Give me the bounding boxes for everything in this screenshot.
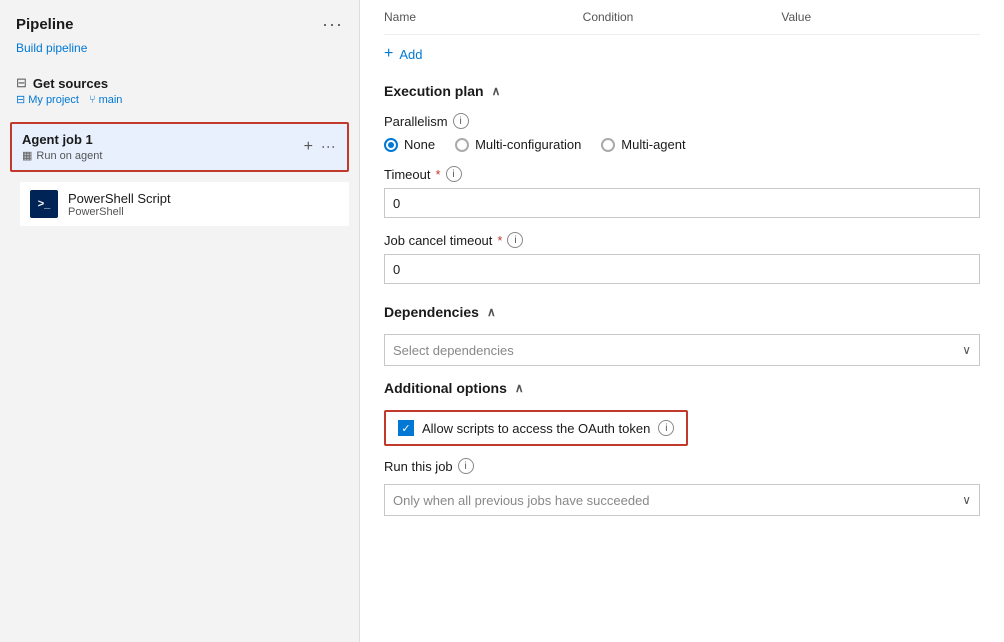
- powershell-item[interactable]: >_ PowerShell Script PowerShell: [20, 182, 349, 226]
- get-sources-icon: ⊟: [16, 75, 27, 91]
- run-job-dropdown-arrow: ∨: [962, 493, 971, 507]
- timeout-required: *: [435, 167, 440, 182]
- col-value: Value: [781, 10, 980, 24]
- radio-none-label: None: [404, 137, 435, 152]
- project-label: ⊟ My project: [16, 93, 79, 106]
- get-sources-meta: ⊟ My project ⑂ main: [16, 93, 122, 106]
- dependencies-dropdown[interactable]: Select dependencies ∨: [384, 334, 980, 366]
- run-job-dropdown-value: Only when all previous jobs have succeed…: [393, 493, 650, 508]
- agent-job-sub: ▦ Run on agent: [22, 149, 102, 162]
- radio-multi-config-label: Multi-configuration: [475, 137, 581, 152]
- table-header: Name Condition Value: [384, 0, 980, 35]
- get-sources-content: ⊟ Get sources ⊟ My project ⑂ main: [16, 75, 122, 106]
- radio-multi-agent[interactable]: Multi-agent: [601, 137, 685, 152]
- allow-oauth-checkbox-row[interactable]: ✓ Allow scripts to access the OAuth toke…: [384, 410, 688, 446]
- parallelism-radio-group: None Multi-configuration Multi-agent: [384, 137, 980, 152]
- job-cancel-timeout-field: Job cancel timeout * i: [384, 232, 980, 298]
- radio-multi-config-circle: [455, 138, 469, 152]
- col-condition: Condition: [583, 10, 782, 24]
- job-cancel-timeout-input[interactable]: [384, 254, 980, 284]
- job-cancel-info-icon[interactable]: i: [507, 232, 523, 248]
- add-label: Add: [399, 47, 422, 62]
- job-cancel-label: Job cancel timeout * i: [384, 232, 980, 248]
- radio-none-circle: [384, 138, 398, 152]
- radio-multi-agent-circle: [601, 138, 615, 152]
- get-sources-section[interactable]: ⊟ Get sources ⊟ My project ⑂ main: [0, 65, 359, 116]
- add-plus-icon: +: [384, 45, 393, 63]
- dependencies-chevron[interactable]: ∧: [487, 305, 496, 319]
- agent-job-info: Agent job 1 ▦ Run on agent: [22, 132, 102, 162]
- main-content: Name Condition Value + Add Execution pla…: [360, 0, 1004, 642]
- timeout-field: Timeout * i: [384, 166, 980, 232]
- pipeline-ellipsis-menu[interactable]: ···: [322, 14, 343, 35]
- parallelism-info-icon[interactable]: i: [453, 113, 469, 129]
- radio-multi-agent-label: Multi-agent: [621, 137, 685, 152]
- additional-options-chevron[interactable]: ∧: [515, 381, 524, 395]
- run-job-dropdown[interactable]: Only when all previous jobs have succeed…: [384, 484, 980, 516]
- powershell-subtitle: PowerShell: [68, 206, 171, 218]
- agent-job-add-button[interactable]: +: [304, 138, 313, 156]
- add-button[interactable]: + Add: [384, 45, 980, 63]
- timeout-info-icon[interactable]: i: [446, 166, 462, 182]
- agent-job-more-button[interactable]: ⋮: [321, 140, 337, 155]
- parallelism-row: Parallelism i None Multi-configuration M…: [384, 113, 980, 152]
- pipeline-title: Pipeline: [16, 16, 74, 33]
- agent-job-item[interactable]: Agent job 1 ▦ Run on agent + ⋮: [10, 122, 349, 172]
- powershell-icon: >_: [30, 190, 58, 218]
- pipeline-subtitle[interactable]: Build pipeline: [0, 41, 359, 65]
- get-sources-title: Get sources: [33, 76, 108, 91]
- checkbox-check-icon: ✓: [401, 422, 410, 435]
- allow-oauth-label: Allow scripts to access the OAuth token: [422, 421, 650, 436]
- dependencies-arrow: ∨: [962, 343, 971, 357]
- allow-oauth-checkbox[interactable]: ✓: [398, 420, 414, 436]
- radio-multi-config[interactable]: Multi-configuration: [455, 137, 581, 152]
- run-this-job-info-icon[interactable]: i: [458, 458, 474, 474]
- timeout-input[interactable]: [384, 188, 980, 218]
- execution-plan-chevron[interactable]: ∧: [492, 84, 501, 98]
- powershell-info: PowerShell Script PowerShell: [68, 191, 171, 218]
- allow-oauth-info-icon[interactable]: i: [658, 420, 674, 436]
- dependencies-placeholder: Select dependencies: [393, 343, 514, 358]
- col-name: Name: [384, 10, 583, 24]
- parallelism-label: Parallelism i: [384, 113, 980, 129]
- additional-options-heading: Additional options ∧: [384, 380, 980, 396]
- run-this-job-label: Run this job i: [384, 458, 980, 474]
- powershell-title: PowerShell Script: [68, 191, 171, 206]
- dependencies-heading: Dependencies ∧: [384, 304, 980, 320]
- sidebar: Pipeline ··· Build pipeline ⊟ Get source…: [0, 0, 360, 642]
- radio-none[interactable]: None: [384, 137, 435, 152]
- agent-job-actions: + ⋮: [304, 138, 337, 156]
- job-cancel-required: *: [497, 233, 502, 248]
- pipeline-header: Pipeline ···: [0, 0, 359, 41]
- branch-label: ⑂ main: [89, 93, 122, 106]
- execution-plan-heading: Execution plan ∧: [384, 83, 980, 99]
- agent-job-title: Agent job 1: [22, 132, 102, 147]
- timeout-label: Timeout * i: [384, 166, 980, 182]
